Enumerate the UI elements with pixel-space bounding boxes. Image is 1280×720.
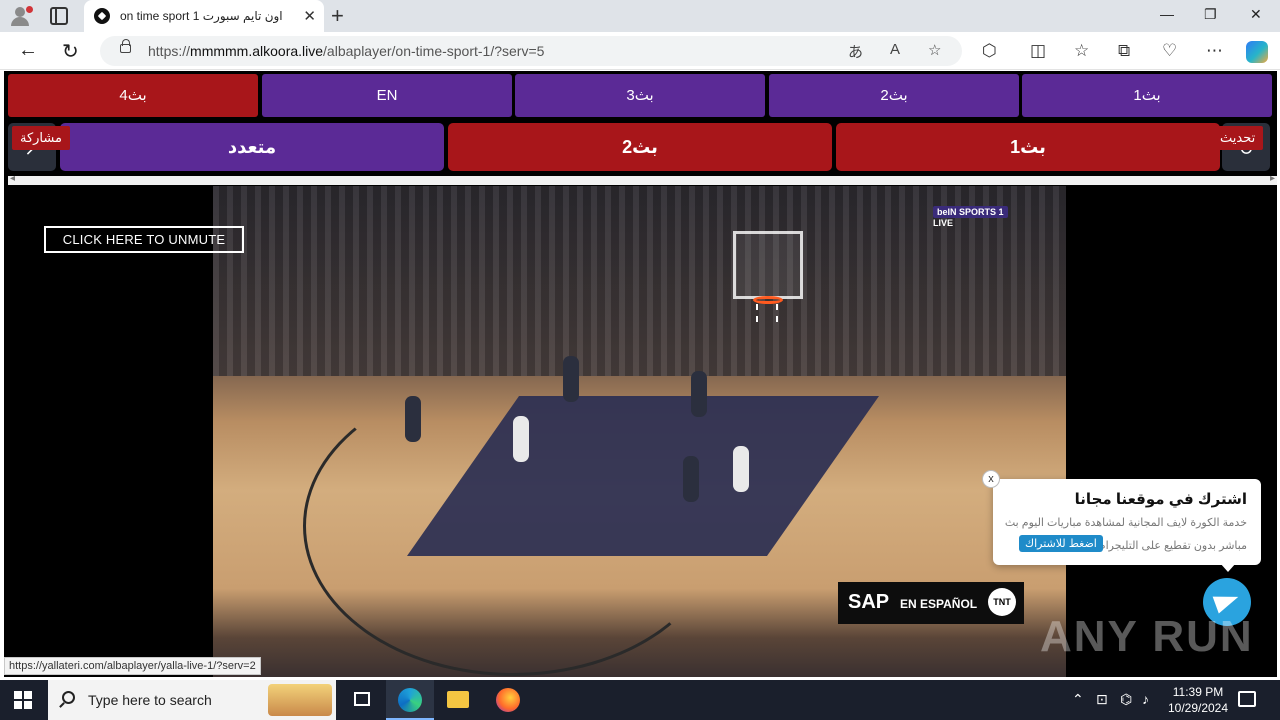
sap-subtext: EN ESPAÑOL [900,597,978,611]
minimize-button[interactable]: — [1160,6,1174,22]
tab-title: اون تايم سبورت 1 on time sport [120,9,283,23]
firefox-taskbar-button[interactable] [484,680,532,720]
windows-start-icon[interactable] [14,691,32,709]
server-buttons-row-1: بث4 EN بث3 بث2 بث1 [8,74,1273,117]
popup-description-line-1: خدمة الكورة لايف المجانية لمشاهدة مباريا… [1004,517,1247,529]
channel-badge: beIN SPORTS 1 LIVE [933,206,1025,232]
clock-time: 11:39 PM [1172,685,1224,699]
video-rim [753,296,783,304]
horizontal-scrollbar[interactable]: ◂ ▸ [8,173,1277,185]
url-path: /albaplayer/on-time-sport-1/?serv=5 [323,43,545,59]
url-prefix: https:// [148,43,191,59]
live-label: LIVE [933,218,954,228]
lock-icon[interactable] [120,39,131,53]
reload-icon[interactable]: ↻ [62,39,79,64]
edge-taskbar-button[interactable] [386,680,434,720]
popup-pointer [1220,563,1236,572]
copilot-icon[interactable] [1246,41,1268,63]
video-backboard [733,231,803,299]
url-text[interactable]: https://mmmmm.alkoora.live/albaplayer/on… [148,43,544,59]
browser-tab-active[interactable]: اون تايم سبورت 1 on time sport ✕ [84,0,324,32]
back-arrow-icon[interactable]: ← [18,39,38,62]
taskbar-search-box[interactable]: Type here to search [48,680,336,720]
channel-badge-label: beIN SPORTS 1 [933,206,1008,218]
search-icon [62,691,75,704]
file-explorer-taskbar-button[interactable] [434,680,482,720]
server-button-1[interactable]: بث1 [1022,74,1272,117]
video-player-figure [405,396,421,442]
video-player[interactable]: beIN SPORTS 1 LIVE SAP EN ESPAÑOL TNT [213,186,1066,677]
search-highlight-image [268,684,332,716]
notification-icon[interactable] [1238,691,1256,707]
refresh-label[interactable]: تحديث [1212,126,1264,150]
scroll-left-arrow-icon[interactable]: ◂ [10,173,15,184]
profile-avatar-icon[interactable] [8,4,34,28]
split-screen-icon[interactable]: ◫ [1030,41,1046,61]
browser-toolbar: ← ↻ https://mmmmm.alkoora.live/albaplaye… [0,32,1280,70]
tray-chevron-icon[interactable]: ⌃ [1072,691,1084,708]
collections-icon[interactable]: ⧉ [1118,41,1130,61]
stream-1-button[interactable]: بث1 [836,123,1220,171]
more-menu-icon[interactable]: ⋯ [1206,41,1223,61]
edge-icon [398,688,422,712]
video-player-figure [683,456,699,502]
windows-taskbar: Type here to search ⌃ ⊡ ⌬ ♪ 11:39 PM 10/… [0,680,1280,720]
video-player-figure [513,416,529,462]
maximize-button[interactable]: ❐ [1204,6,1217,23]
task-view-button[interactable] [338,680,386,720]
close-window-button[interactable]: ✕ [1250,6,1262,23]
popup-close-icon[interactable]: x [982,470,1000,488]
tab-actions-icon[interactable] [50,7,68,25]
scroll-right-arrow-icon[interactable]: ▸ [1270,173,1275,184]
player-frame: بث4 EN بث3 بث2 بث1 ↗ ↻ متعدد بث2 بث1 مشا… [4,71,1277,677]
server-button-en[interactable]: EN [262,74,512,117]
clock-date: 10/29/2024 [1167,701,1229,715]
search-placeholder: Type here to search [88,692,212,708]
new-tab-button[interactable]: + [331,3,344,29]
server-button-4[interactable]: بث4 [8,74,258,117]
status-bar-url: https://yallateri.com/albaplayer/yalla-l… [4,657,261,675]
tab-close-icon[interactable]: ✕ [303,7,316,25]
address-bar[interactable]: https://mmmmm.alkoora.live/albaplayer/on… [100,36,962,66]
anyrun-watermark: ANY RUN [1040,612,1254,661]
stream-2-button[interactable]: بث2 [448,123,832,171]
firefox-icon [496,688,520,712]
video-player-figure [691,371,707,417]
soccer-ball-favicon-icon [94,8,110,24]
web-page: بث4 EN بث3 بث2 بث1 ↗ ↻ متعدد بث2 بث1 مشا… [0,71,1280,677]
sap-banner: SAP EN ESPAÑOL TNT [838,582,1024,624]
server-button-3[interactable]: بث3 [515,74,765,117]
folder-icon [447,691,469,708]
url-host: mmmmm.alkoora.live [190,43,324,59]
server-buttons-row-2: متعدد بث2 بث1 [4,123,1273,172]
taskbar-clock[interactable]: 11:39 PM 10/29/2024 [1158,684,1238,716]
tnt-sports-logo: TNT [988,588,1016,616]
read-aloud-icon[interactable]: A [890,41,900,58]
browser-essentials-icon[interactable]: ♡ [1162,41,1177,61]
server-button-2[interactable]: بث2 [769,74,1019,117]
unmute-button[interactable]: CLICK HERE TO UNMUTE [44,226,244,253]
popup-description-line-2: مباشر بدون تقطيع على التليجرام [1098,540,1247,552]
tray-volume-icon[interactable]: ♪ [1142,691,1149,707]
video-net [756,304,778,322]
tray-network-icon[interactable]: ⊡ [1096,691,1108,708]
favorites-icon[interactable]: ☆ [1074,41,1089,61]
favorite-star-icon[interactable]: ☆ [928,41,941,59]
extensions-icon[interactable]: ⬡ [982,41,997,61]
video-player-figure [563,356,579,402]
popup-title: اشترك في موقعنا مجانا [1074,491,1247,508]
task-view-icon [354,692,370,706]
share-label[interactable]: مشاركة [12,126,70,150]
translate-icon[interactable]: あ [848,41,863,62]
sap-text: SAP [848,591,890,613]
subscribe-popup: اشترك في موقعنا مجانا خدمة الكورة لايف ا… [993,479,1261,565]
tray-wifi-icon[interactable]: ⌬ [1120,691,1132,708]
browser-tab-strip: اون تايم سبورت 1 on time sport ✕ + — ❐ ✕ [0,0,1280,32]
video-player-figure [733,446,749,492]
subscribe-button[interactable]: اضغط للاشتراك [1019,535,1103,552]
multi-stream-button[interactable]: متعدد [60,123,444,171]
